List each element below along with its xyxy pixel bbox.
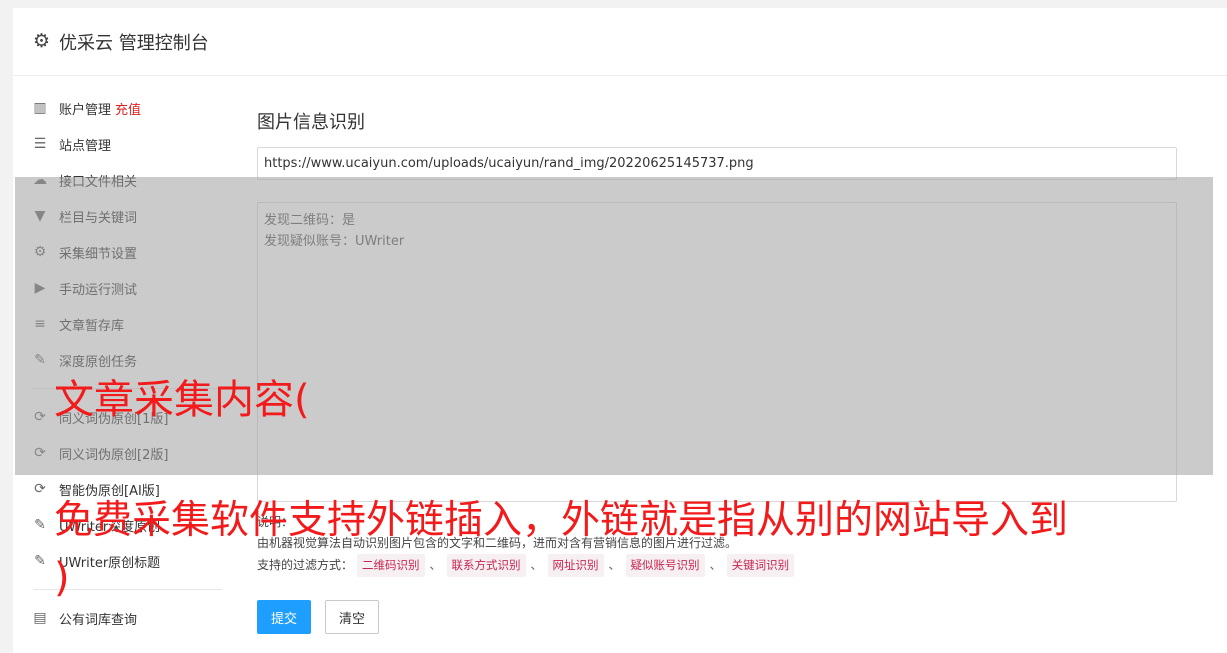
sidebar-item[interactable]: ✎ 深度原创任务 [13,342,223,378]
sidebar-item[interactable]: ▶ 手动运行测试 [13,270,223,306]
clear-button[interactable]: 清空 [325,600,379,634]
sidebar-item-label: 公有词库查询 [59,612,138,628]
sidebar: ▥ 账户管理 充值 ☰ 站点管理 ☁ 接口文件相关 ▼ 栏目与关键词 ⚙ 采集细节设置 ▶ 手动运行测试… [13,90,223,636]
filter-tag: 二维码识别 [357,554,425,577]
filter-label: 支持的过滤方式： [257,558,354,572]
tag-separator: 、 [709,558,722,572]
refresh-icon: ⟳ [34,481,46,497]
sidebar-item-label: 接口文件相关 [59,174,138,190]
sidebar-item-label: 深度原创任务 [59,354,138,370]
overlay-text-line2: 免费采集软件支持外链插入，外链就是指从别的网站导入到 [54,498,1069,543]
result-line: 发现二维码：是 [264,213,356,228]
sidebar-item[interactable]: ▥ 账户管理 充值 [13,90,223,126]
tag-separator: 、 [608,558,621,572]
filter-methods: 支持的过滤方式： 二维码识别、联系方式识别、网址识别、疑似账号识别、关键词识别 [257,554,1177,577]
sidebar-item-label: 智能伪原创[AI版] [59,483,160,499]
filter-tag: 疑似账号识别 [625,554,705,577]
edit-icon: ✎ [34,553,46,569]
sidebar-item[interactable]: ≡ 文章暂存库 [13,306,223,342]
card-header: ⚙ 优采云 管理控制台 [13,8,1227,76]
sidebar-item-label: 文章暂存库 [59,318,125,334]
gear-icon: ⚙ [33,30,51,52]
section-title: 图片信息识别 [257,112,365,133]
server-icon: ☰ [33,136,47,152]
overlay-text-line1: 文章采集内容( [54,377,310,423]
edit-icon: ✎ [34,352,46,368]
sidebar-item[interactable]: ▤ 公有词库查询 [13,600,223,636]
sidebar-item-label: 同义词伪原创[2版] [59,447,169,463]
overlay-text-line3: ) [54,555,70,601]
sidebar-item-label: 栏目与关键词 [59,210,138,226]
image-url-input[interactable] [257,147,1177,180]
page-header-title: 优采云 管理控制台 [59,32,209,54]
sidebar-item-label: 手动运行测试 [59,282,138,298]
sidebar-item[interactable]: ☁ 接口文件相关 [13,162,223,198]
cloud-upload-icon: ☁ [33,172,47,188]
tag-separator: 、 [530,558,543,572]
sidebar-item[interactable]: ✎ UWriter原创标题 [13,543,223,579]
action-buttons: 提交 清空 [257,600,1177,634]
edit-icon: ✎ [34,517,46,533]
filter-tag: 联系方式识别 [446,554,526,577]
filter-icon: ▼ [34,208,46,224]
sidebar-item-label: 账户管理 [59,102,112,118]
result-line: 发现疑似账号：UWriter [264,234,405,249]
submit-button[interactable]: 提交 [257,600,311,634]
recharge-badge[interactable]: 充值 [115,99,141,118]
sidebar-item[interactable]: ☰ 站点管理 [13,126,223,162]
refresh-icon: ⟳ [34,445,46,461]
book-icon: ▤ [33,610,47,626]
database-icon: ≡ [34,316,46,332]
bar-chart-icon: ▥ [33,100,47,116]
filter-tag: 网址识别 [547,554,604,577]
filter-tag: 关键词识别 [726,554,795,577]
gears-icon: ⚙ [33,244,47,260]
sidebar-item-label: UWriter原创标题 [59,555,161,571]
sidebar-item[interactable]: ⟳ 同义词伪原创[2版] [13,435,223,471]
main-content: 图片信息识别 发现二维码：是 发现疑似账号：UWriter 说明： 由机器视觉算… [257,108,1177,634]
tag-separator: 、 [429,558,442,572]
result-textarea[interactable]: 发现二维码：是 发现疑似账号：UWriter [257,202,1177,502]
refresh-icon: ⟳ [34,409,46,425]
play-circle-icon: ▶ [34,280,46,296]
sidebar-item[interactable]: ▼ 栏目与关键词 [13,198,223,234]
sidebar-item[interactable]: ⚙ 采集细节设置 [13,234,223,270]
sidebar-item-label: 采集细节设置 [59,246,138,262]
sidebar-item-label: 站点管理 [59,138,112,154]
